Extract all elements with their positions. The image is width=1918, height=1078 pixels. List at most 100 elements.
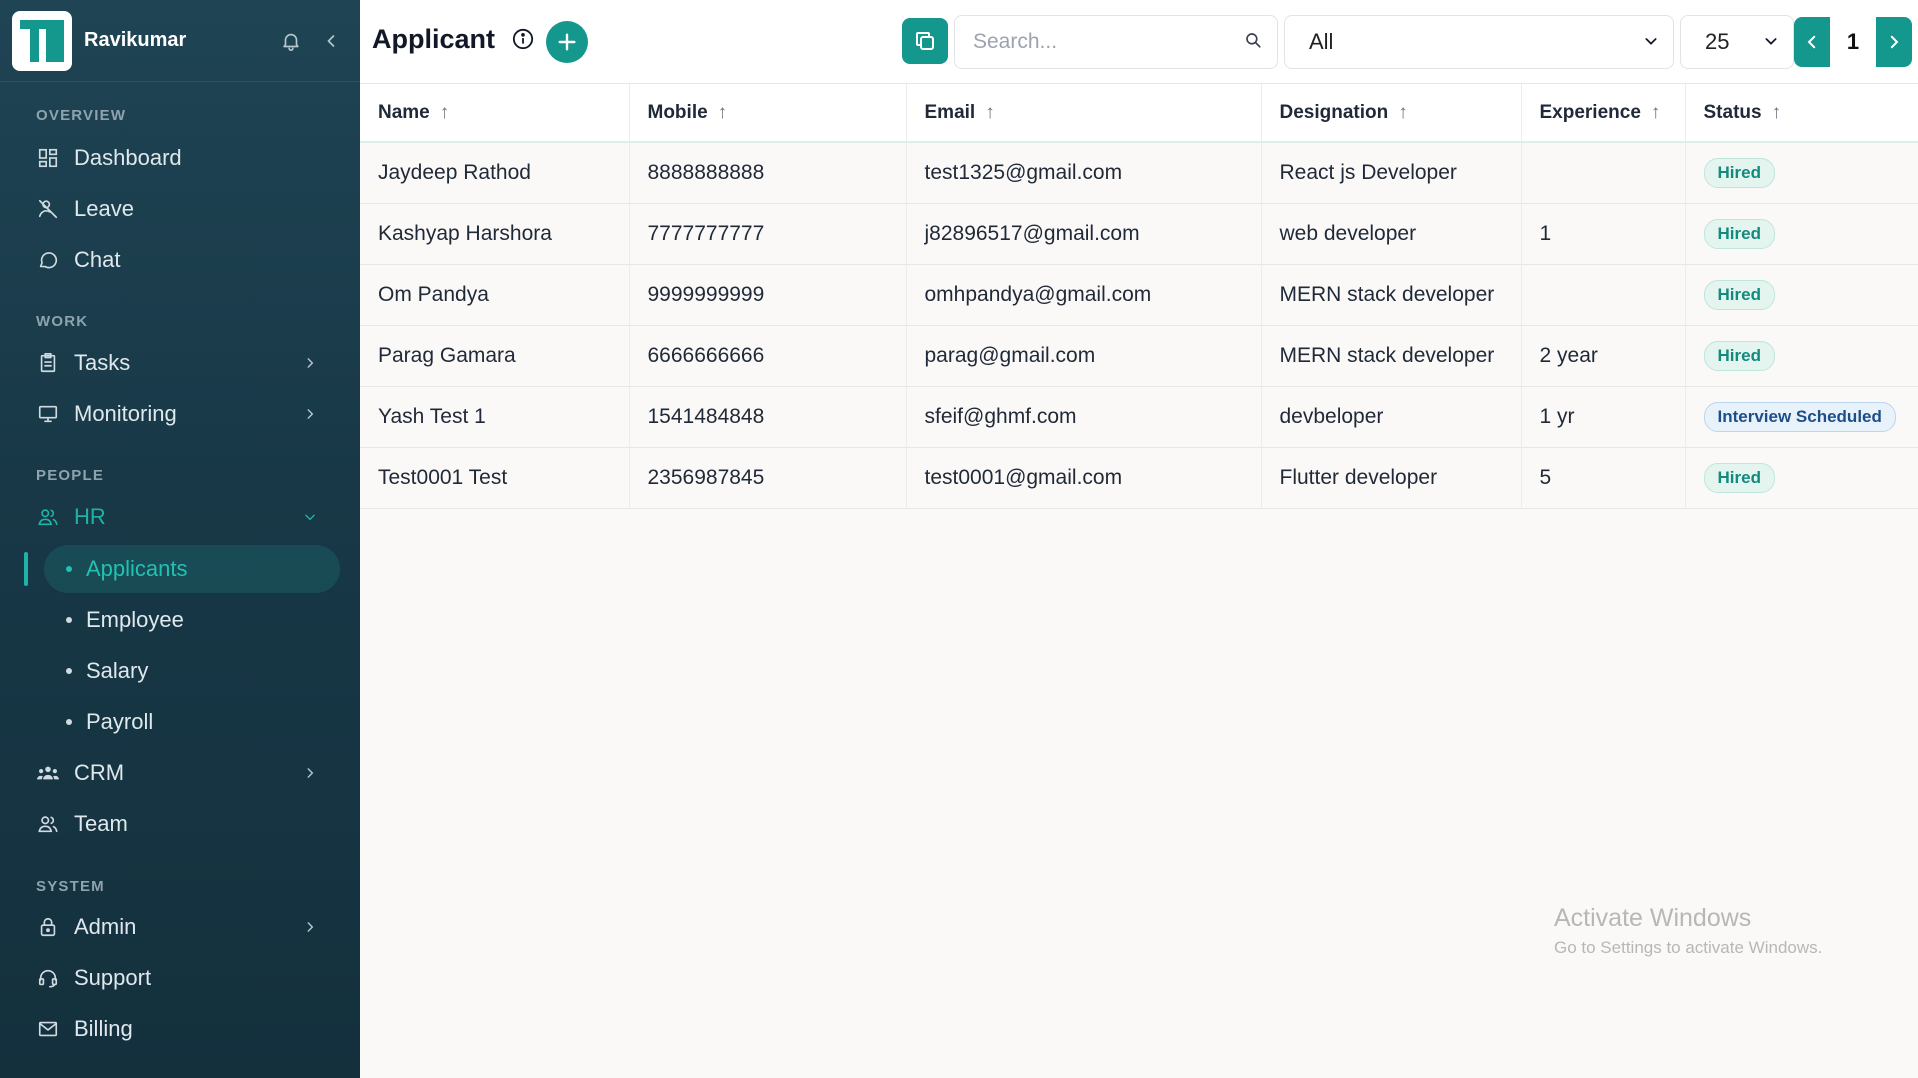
copy-button[interactable] (902, 18, 948, 64)
cell-status: Hired (1685, 264, 1918, 325)
column-header-name[interactable]: Name ↑ (360, 84, 630, 142)
cell-designation: MERN stack developer (1261, 325, 1522, 386)
sidebar-item-dashboard[interactable]: Dashboard (22, 134, 340, 182)
table-row[interactable]: Test0001 Test 2356987845 test0001@gmail.… (360, 447, 1918, 508)
cell-experience (1521, 142, 1686, 203)
sort-arrow-icon[interactable]: ↑ (1651, 102, 1661, 124)
section-label-work: WORK (36, 313, 89, 330)
bullet-dot (66, 719, 72, 725)
team-icon (36, 812, 60, 836)
cell-status: Hired (1685, 142, 1918, 203)
status-filter-select[interactable]: All (1284, 15, 1674, 69)
next-page-button[interactable] (1876, 17, 1912, 67)
column-header-experience[interactable]: Experience ↑ (1521, 84, 1686, 142)
table-row[interactable]: Jaydeep Rathod 8888888888 test1325@gmail… (360, 142, 1918, 203)
dashboard-icon (36, 146, 60, 170)
column-header-email[interactable]: Email ↑ (906, 84, 1262, 142)
sidebar-item-team[interactable]: Team (22, 800, 340, 848)
cell-designation: React js Developer (1261, 142, 1522, 203)
info-icon[interactable] (512, 28, 534, 50)
table-row[interactable]: Kashyap Harshora 7777777777 j82896517@gm… (360, 203, 1918, 264)
cell-experience: 5 (1521, 447, 1686, 508)
sidebar-item-payroll[interactable]: Payroll (44, 698, 340, 746)
cell-status: Hired (1685, 447, 1918, 508)
cell-experience (1521, 264, 1686, 325)
cell-status: Hired (1685, 203, 1918, 264)
current-page[interactable]: 1 (1830, 17, 1876, 67)
cell-status: Interview Scheduled (1685, 386, 1918, 447)
section-label-overview: OVERVIEW (36, 107, 127, 124)
cell-status: Hired (1685, 325, 1918, 386)
sidebar-item-tasks[interactable]: Tasks (22, 339, 340, 387)
sidebar-item-billing[interactable]: Billing (22, 1005, 340, 1053)
sidebar-item-admin[interactable]: Admin (22, 903, 340, 951)
page-header: Applicant All 25 1 (360, 0, 1918, 84)
sidebar-item-label: CRM (74, 760, 125, 785)
status-filter-value: All (1309, 29, 1334, 54)
chevron-right-icon (302, 406, 318, 422)
sidebar-item-label: Payroll (86, 709, 154, 734)
cell-name: Jaydeep Rathod (360, 142, 630, 203)
search-input[interactable] (973, 30, 1244, 54)
cell-name: Om Pandya (360, 264, 630, 325)
sidebar-item-label: Admin (74, 914, 137, 939)
add-applicant-button[interactable] (546, 21, 588, 63)
chat-icon (36, 248, 60, 272)
sidebar-item-crm[interactable]: CRM (22, 749, 340, 797)
sort-arrow-icon[interactable]: ↑ (1772, 102, 1782, 124)
table-row[interactable]: Om Pandya 9999999999 omhpandya@gmail.com… (360, 264, 1918, 325)
column-header-status[interactable]: Status ↑ (1685, 84, 1918, 142)
cell-experience: 1 (1521, 203, 1686, 264)
prev-page-button[interactable] (1794, 17, 1830, 67)
chevron-down-icon (302, 509, 318, 525)
sidebar-item-applicants[interactable]: Applicants (44, 545, 340, 593)
cell-mobile: 9999999999 (629, 264, 907, 325)
cell-mobile: 1541484848 (629, 386, 907, 447)
cell-mobile: 8888888888 (629, 142, 907, 203)
cell-email: test1325@gmail.com (906, 142, 1262, 203)
plus-icon (558, 33, 576, 51)
cell-designation: devbeloper (1261, 386, 1522, 447)
app-logo[interactable] (12, 10, 72, 71)
cell-email: j82896517@gmail.com (906, 203, 1262, 264)
bell-icon[interactable] (274, 24, 308, 58)
sidebar-item-employee[interactable]: Employee (44, 596, 340, 644)
activate-windows-subtitle: Go to Settings to activate Windows. (1554, 938, 1823, 957)
collapse-sidebar-icon[interactable] (314, 24, 348, 58)
sidebar-item-monitoring[interactable]: Monitoring (22, 390, 340, 438)
sidebar-item-chat[interactable]: Chat (22, 236, 340, 284)
sort-arrow-icon[interactable]: ↑ (1398, 102, 1408, 124)
copy-icon (916, 32, 934, 50)
sort-arrow-icon[interactable]: ↑ (718, 102, 728, 124)
sidebar-item-salary[interactable]: Salary (44, 647, 340, 695)
sidebar-item-hr[interactable]: HR (22, 493, 340, 541)
pagination: 1 (1794, 17, 1912, 67)
status-badge: Hired (1703, 279, 1775, 310)
sidebar-item-leave[interactable]: Leave (22, 185, 340, 233)
cell-name: Kashyap Harshora (360, 203, 630, 264)
sidebar-item-support[interactable]: Support (22, 954, 340, 1002)
table-row[interactable]: Yash Test 1 1541484848 sfeif@ghmf.com de… (360, 386, 1918, 447)
sort-arrow-icon[interactable]: ↑ (985, 102, 995, 124)
table-row[interactable]: Parag Gamara 6666666666 parag@gmail.com … (360, 325, 1918, 386)
sidebar-item-label: Applicants (86, 556, 188, 581)
clipboard-icon (36, 351, 60, 375)
sort-arrow-icon[interactable]: ↑ (440, 102, 450, 124)
applicants-table-container: Name ↑ Mobile ↑ Email ↑ Designation ↑ Experi… (360, 84, 1918, 509)
mail-icon (36, 1017, 60, 1041)
active-indicator (24, 552, 28, 586)
user-name[interactable]: Ravikumar (84, 29, 268, 52)
table-header-row: Name ↑ Mobile ↑ Email ↑ Designation ↑ Experi… (360, 84, 1918, 142)
bullet-dot (66, 668, 72, 674)
sidebar-item-label: Team (74, 811, 128, 836)
cell-mobile: 6666666666 (629, 325, 907, 386)
column-header-designation[interactable]: Designation ↑ (1261, 84, 1522, 142)
column-header-mobile[interactable]: Mobile ↑ (629, 84, 907, 142)
cell-designation: web developer (1261, 203, 1522, 264)
activate-windows-title: Activate Windows (1554, 904, 1752, 932)
bullet-dot (66, 566, 72, 572)
cell-email: sfeif@ghmf.com (906, 386, 1262, 447)
search-icon[interactable] (1244, 31, 1262, 54)
page-size-select[interactable]: 25 (1680, 15, 1794, 69)
cell-experience: 1 yr (1521, 386, 1686, 447)
